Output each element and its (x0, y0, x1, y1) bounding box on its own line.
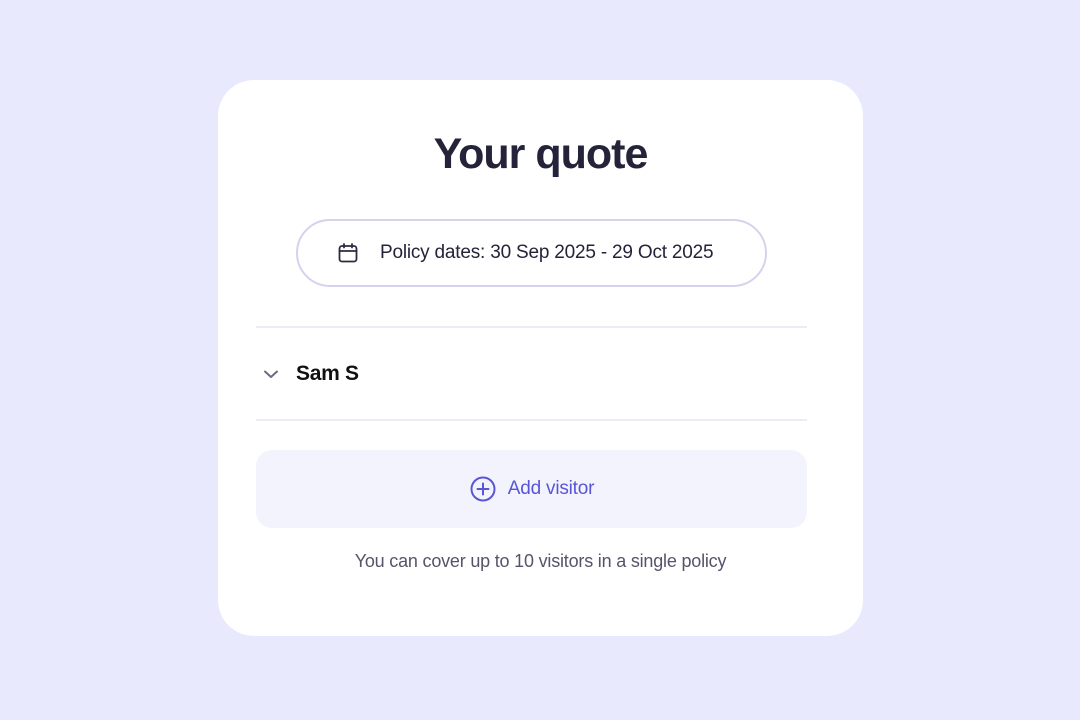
visitor-row-toggle[interactable]: Sam S (256, 352, 807, 396)
policy-dates-label: Policy dates: 30 Sep 2025 - 29 Oct 2025 (380, 242, 714, 263)
visitor-name: Sam S (296, 362, 359, 385)
divider (256, 326, 807, 328)
plus-circle-icon (469, 475, 497, 503)
page-title: Your quote (433, 130, 649, 178)
add-visitor-label: Add visitor (507, 478, 595, 499)
calendar-icon (336, 241, 360, 265)
visitor-limit-note: You can cover up to 10 visitors in a sin… (354, 551, 727, 571)
chevron-down-icon (260, 363, 282, 385)
quote-card: Your quote Policy dates: 30 Sep 2025 - 2… (218, 80, 863, 636)
policy-dates-button[interactable]: Policy dates: 30 Sep 2025 - 29 Oct 2025 (296, 219, 767, 287)
add-visitor-button[interactable]: Add visitor (256, 450, 807, 528)
divider (256, 419, 807, 421)
